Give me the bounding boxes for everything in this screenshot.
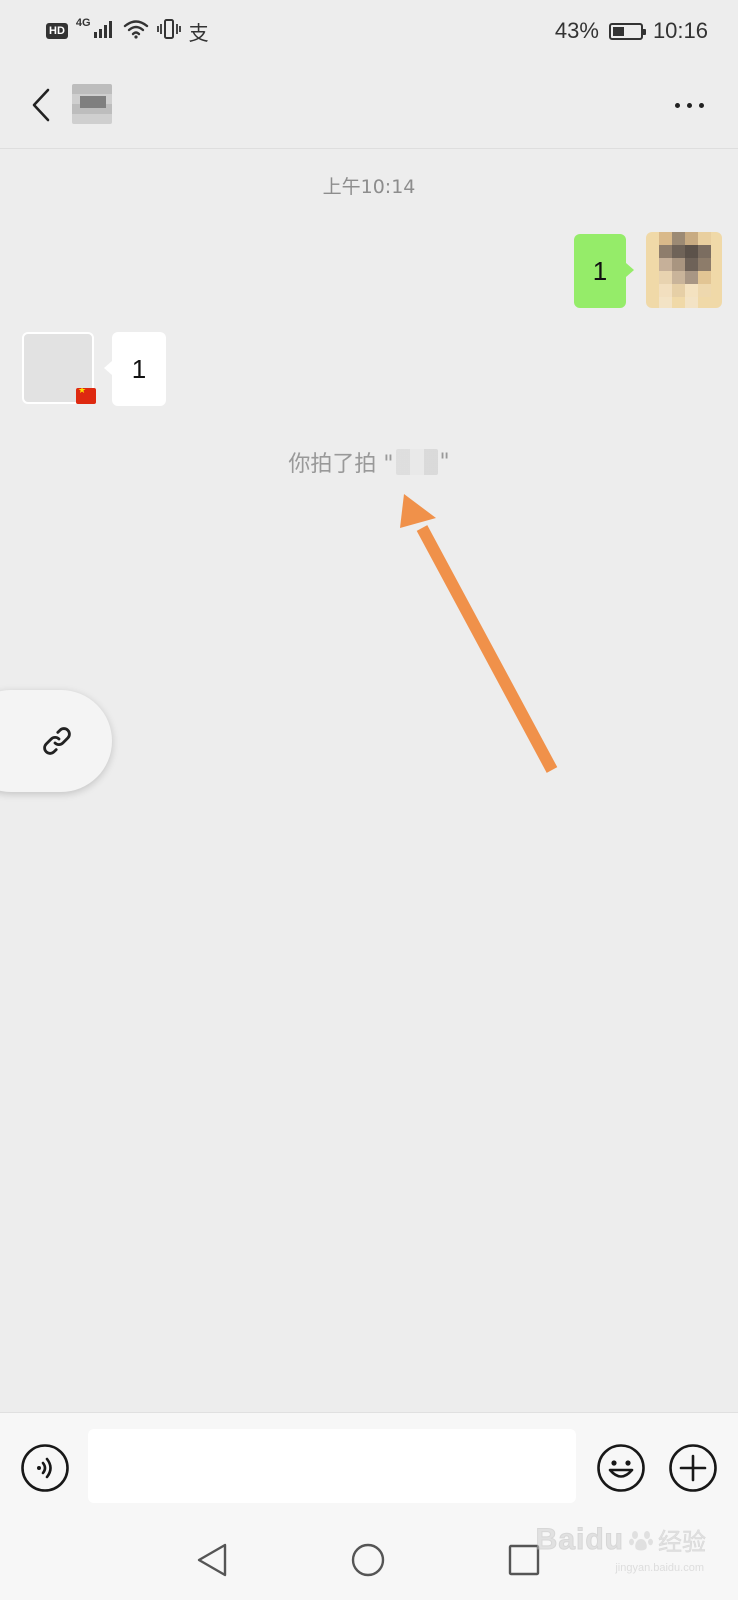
pat-notice-text: 你拍了拍 " (288, 452, 394, 477)
contact-avatar[interactable] (22, 332, 96, 404)
battery-percent: 43% (554, 18, 599, 43)
more-options-button[interactable] (664, 80, 714, 130)
message-input-bar (0, 1412, 738, 1519)
chat-screen: HD 4G 支 43% 10:16 上午10:14 1 ★ 1 你拍了拍 " "… (0, 0, 738, 1600)
self-avatar[interactable] (646, 232, 722, 308)
status-time: 10:16 (652, 18, 708, 43)
battery-icon (608, 22, 646, 40)
nav-home-button[interactable] (346, 1538, 390, 1582)
wifi-icon (123, 19, 149, 43)
message-timestamp: 上午10:14 (322, 176, 416, 198)
status-icons-right: 43% 10:16 (555, 16, 708, 46)
triangle-back-icon (197, 1543, 227, 1577)
status-bar: HD 4G 支 43% 10:16 (0, 0, 738, 62)
watermark-url: jingyan.baidu.com (615, 1562, 704, 1574)
battery-level-fill (612, 26, 624, 36)
hd-badge: HD (46, 23, 68, 39)
received-message-bubble[interactable]: 1 (104, 332, 166, 406)
message-input[interactable] (88, 1429, 576, 1503)
chat-header (0, 62, 738, 149)
more-dot-icon (686, 102, 692, 108)
watermark-brand: Baidu (535, 1522, 624, 1556)
emoji-button[interactable] (596, 1443, 646, 1493)
voice-input-button[interactable] (20, 1443, 70, 1493)
nav-back-button[interactable] (190, 1538, 234, 1582)
sent-message-bubble[interactable]: 1 (574, 234, 634, 308)
chevron-left-icon (32, 88, 50, 122)
voice-icon (21, 1444, 69, 1492)
watermark-cn-text: 经验 (658, 1528, 707, 1557)
back-button[interactable] (16, 80, 66, 130)
status-icons-left: HD 4G 支 (46, 16, 209, 46)
alipay-icon: 支 (188, 20, 209, 45)
pat-notice-close-quote: " (439, 449, 450, 475)
more-functions-button[interactable] (668, 1443, 718, 1493)
contact-name-redacted (72, 84, 112, 124)
paw-icon (629, 1530, 653, 1550)
annotation-arrow (400, 494, 558, 773)
link-icon (43, 727, 71, 755)
floating-link-button[interactable] (0, 690, 112, 792)
plus-circle-icon (669, 1444, 717, 1492)
more-dot-icon (698, 102, 704, 108)
signal-icon (93, 19, 115, 43)
china-flag-icon (76, 388, 96, 404)
baidu-watermark: Baidu 经验 jingyan.baidu.com (535, 1522, 707, 1574)
emoji-smile-icon (597, 1444, 645, 1492)
circle-home-icon (351, 1543, 385, 1577)
more-dot-icon (674, 102, 680, 108)
vibrate-icon (156, 18, 181, 44)
pat-notice: 你拍了拍 " " (0, 446, 738, 478)
network-type-label: 4G (75, 17, 91, 29)
pat-target-redacted (395, 449, 438, 475)
